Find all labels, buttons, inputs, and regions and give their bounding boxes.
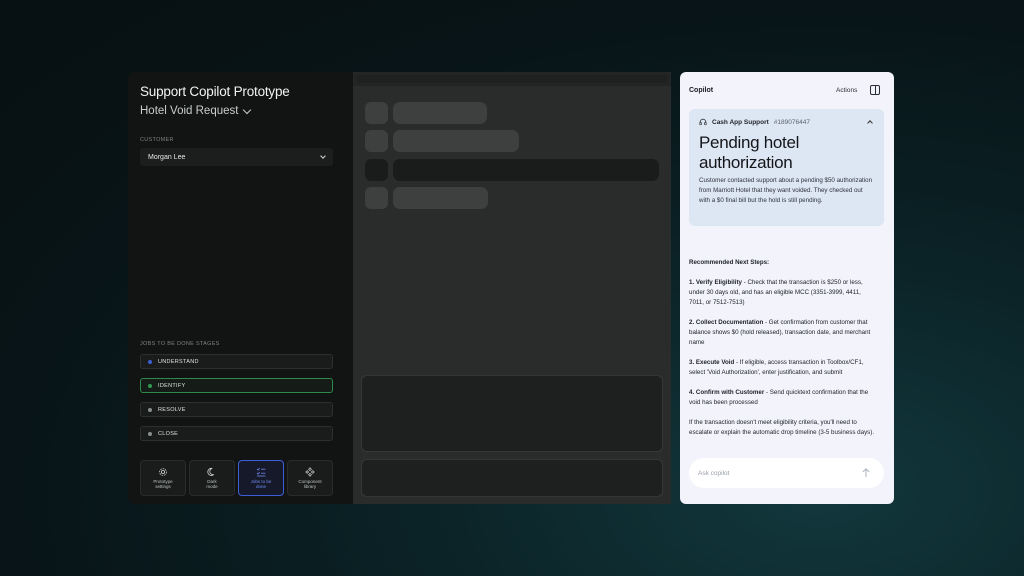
copilot-panel: Copilot Actions Cash App Support #189076… [680, 72, 894, 504]
app-title: Support Copilot Prototype [140, 84, 290, 99]
stage-status-dot [148, 431, 152, 436]
case-header: Cash App Support #189076447 [699, 118, 810, 126]
case-description: Customer contacted support about a pendi… [699, 177, 873, 204]
stage-label: CLOSE [158, 430, 179, 437]
chevron-up-icon[interactable] [867, 120, 873, 126]
stage-label: RESOLVE [158, 406, 186, 413]
ask-copilot-input[interactable] [698, 466, 848, 480]
step-title: 1. Verify Eligibility [689, 279, 742, 286]
chevron-down-icon [320, 153, 326, 159]
actions-button[interactable]: Actions [836, 87, 857, 94]
eligibility-note: If the transaction doesn't meet eligibil… [689, 419, 875, 436]
skeleton-line [393, 130, 519, 152]
step-item: 3. Execute Void - If eligible, access tr… [689, 358, 875, 378]
app-stage: Support Copilot Prototype Hotel Void Req… [128, 72, 894, 504]
stage-resolve[interactable]: RESOLVE [140, 402, 333, 417]
preview-card [361, 375, 663, 452]
tool-label: Component [298, 478, 322, 484]
tool-label: Dark [207, 478, 217, 484]
prototype-sidebar: Support Copilot Prototype Hotel Void Req… [128, 72, 353, 504]
prototype-settings-button[interactable]: Prototype settings [140, 460, 186, 496]
checklist-icon [256, 467, 266, 476]
step-item: 2. Collect Documentation - Get confirmat… [689, 318, 875, 348]
skeleton-line [393, 102, 487, 124]
skeleton-avatar [365, 130, 388, 152]
tool-label: done [255, 484, 266, 489]
tool-label: mode [206, 484, 218, 489]
tool-label: Jobs to be [250, 478, 272, 484]
stage-status-dot [148, 407, 152, 412]
case-source: Cash App Support [712, 118, 769, 126]
tool-label: library [303, 484, 317, 489]
recommended-steps: Recommended Next Steps: 1. Verify Eligib… [689, 258, 875, 448]
component-library-button[interactable]: Component library [287, 460, 333, 496]
case-title: Pending hotel authorization [699, 133, 800, 172]
customer-section-label: CUSTOMER [140, 137, 174, 143]
stage-status-dot [148, 383, 152, 388]
scenario-dropdown[interactable]: Hotel Void Request [140, 105, 252, 117]
stages-section-label: JOBS TO BE DONE STAGES [140, 341, 220, 347]
skeleton-avatar [365, 159, 388, 181]
skeleton-avatar [365, 187, 388, 209]
customer-select[interactable]: Morgan Lee [140, 148, 333, 166]
preview-header-bar [357, 75, 667, 83]
step-title: 2. Collect Documentation [689, 319, 764, 326]
send-arrow-icon[interactable] [860, 467, 872, 479]
steps-heading: Recommended Next Steps: [689, 259, 770, 266]
jobs-to-be-done-button[interactable]: Jobs to be done [238, 460, 284, 496]
customer-value: Morgan Lee [148, 153, 186, 161]
tool-label: settings [155, 484, 171, 489]
component-icon [305, 466, 315, 477]
scenario-label: Hotel Void Request [140, 105, 239, 117]
conversation-preview [353, 72, 671, 504]
ask-copilot-bar [689, 458, 884, 488]
step-item: 4. Confirm with Customer - Send quicktex… [689, 388, 875, 408]
moon-icon [207, 467, 215, 476]
stage-label: IDENTIFY [158, 382, 186, 389]
stage-close[interactable]: CLOSE [140, 426, 333, 441]
skeleton-line [393, 187, 488, 209]
tool-label: Prototype [153, 478, 173, 484]
stage-identify[interactable]: IDENTIFY [140, 378, 333, 393]
split-view-icon[interactable] [870, 85, 880, 95]
dark-mode-button[interactable]: Dark mode [189, 460, 235, 496]
case-id: #189076447 [773, 118, 810, 126]
step-title: 4. Confirm with Customer [689, 389, 765, 396]
skeleton-avatar [365, 102, 388, 124]
step-title: 3. Execute Void [689, 359, 735, 366]
skeleton-line [393, 159, 659, 181]
copilot-title: Copilot [689, 87, 714, 94]
case-summary-card: Cash App Support #189076447 Pending hote… [689, 109, 884, 226]
gear-icon [159, 467, 167, 476]
step-item: 1. Verify Eligibility - Check that the t… [689, 278, 875, 308]
stage-label: UNDERSTAND [158, 358, 199, 365]
tool-bar: Prototype settings Dark mode Jobs to be don… [140, 460, 335, 496]
preview-composer [361, 459, 663, 497]
chevron-down-icon [243, 105, 252, 114]
headset-icon [699, 118, 707, 126]
preview-header [353, 72, 671, 86]
stage-understand[interactable]: UNDERSTAND [140, 354, 333, 369]
stage-status-dot [148, 359, 152, 364]
